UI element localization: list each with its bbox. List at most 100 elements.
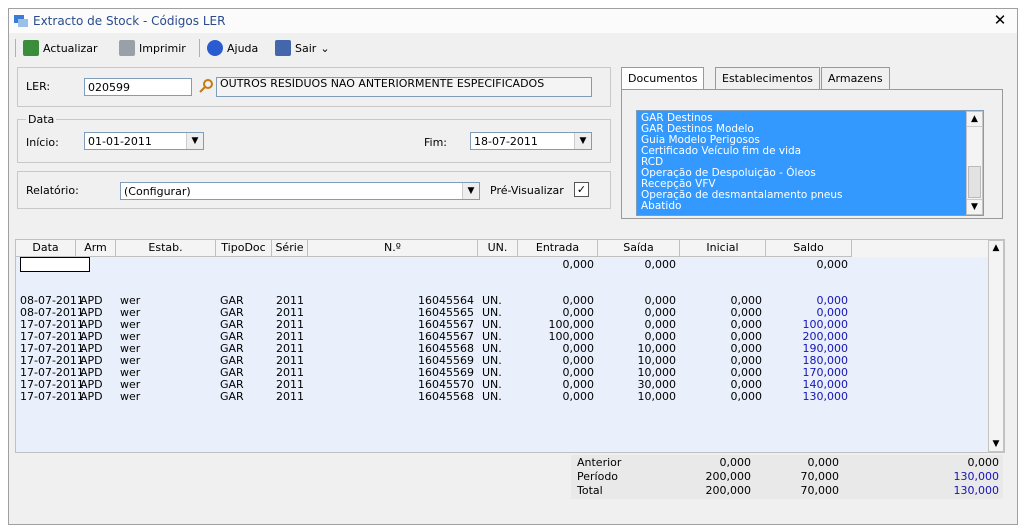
totals-value: 70,000	[800, 484, 840, 497]
grid-scrollbar[interactable]: ▲ ▼	[988, 240, 1004, 452]
totals-value: 70,000	[800, 470, 840, 483]
sair-label: Sair	[295, 41, 317, 55]
column-header[interactable]: Estab.	[116, 240, 216, 257]
tab-content: GAR Destinos GAR Destinos Modelo Guia Mode…	[621, 89, 1003, 219]
serie-cell: 2011	[276, 390, 304, 403]
filters-tab-panel: Documentos Establecimentos Armazens GAR …	[621, 67, 1009, 219]
ler-group: LER: 020599 OUTROS RESÍDUOS NÃO ANTERIOR…	[17, 67, 611, 107]
sair-button[interactable]: Sair ⌄	[275, 38, 330, 58]
imprimir-button[interactable]: Imprimir	[119, 38, 186, 58]
imprimir-label: Imprimir	[139, 41, 186, 55]
documento-list-item[interactable]: Operação de desmantalamento pneus	[637, 190, 983, 201]
stock-grid: Data Arm Estab. TipoDoc Série N.º UN. Entrada Sa…	[15, 239, 1005, 453]
fim-date-select[interactable]: 18-07-2011 ▼	[470, 132, 592, 150]
num-cell: 16045568	[418, 390, 474, 403]
inicio-date-select[interactable]: 01-01-2011 ▼	[84, 132, 204, 150]
scroll-up-icon[interactable]: ▲	[989, 241, 1003, 255]
totals-label: Total	[577, 484, 603, 497]
grid-header: Data Arm Estab. TipoDoc Série N.º UN. Entrada Sa…	[16, 240, 1004, 257]
column-header[interactable]: Data	[16, 240, 76, 257]
actualizar-button[interactable]: Actualizar	[23, 38, 98, 58]
ler-code-input[interactable]: 020599	[84, 78, 192, 96]
toolbar: Actualizar Imprimir Ajuda Sair ⌄	[9, 35, 1017, 61]
column-header[interactable]: TipoDoc	[216, 240, 272, 257]
totals-value: 0,000	[719, 456, 752, 469]
window-title: Extracto de Stock - Códigos LER	[33, 14, 226, 28]
chevron-down-icon[interactable]: ▼	[462, 183, 479, 199]
grid-body: 0,000 0,000 0,000 08-07-2011 APD wer GAR 2011 16…	[16, 257, 1004, 452]
tab-documentos[interactable]: Documentos	[621, 67, 705, 90]
column-header[interactable]: Arm	[76, 240, 116, 257]
scroll-down-icon[interactable]: ▼	[967, 199, 982, 214]
data-cell: 17-07-2011	[20, 390, 84, 403]
un-cell: UN.	[482, 390, 502, 403]
estab-cell: wer	[120, 390, 141, 403]
saida-cell: 10,000	[637, 390, 677, 403]
help-icon	[207, 40, 223, 56]
inicial-cell: 0,000	[730, 390, 763, 403]
ler-label: LER:	[26, 80, 51, 93]
tipo-cell: GAR	[220, 390, 244, 403]
column-header[interactable]: UN.	[478, 240, 518, 257]
data-group-label: Data	[26, 113, 57, 126]
totals-value: 200,000	[705, 470, 752, 483]
totals-value: 130,000	[953, 470, 1000, 483]
column-header[interactable]: N.º	[308, 240, 478, 257]
relatorio-select[interactable]: (Configurar) ▼	[120, 182, 480, 200]
column-header[interactable]: Entrada	[518, 240, 598, 257]
totals-panel: Anterior 0,000 0,000 0,000 Período 200,000 70,…	[15, 455, 1003, 503]
preview-checkbox[interactable]: ✓	[574, 182, 589, 197]
sair-dropdown-icon[interactable]: ⌄	[320, 42, 329, 55]
tab-armazens[interactable]: Armazens	[821, 67, 890, 90]
documentos-list: GAR Destinos GAR Destinos Modelo Guia Mode…	[637, 111, 983, 212]
title-bar: Extracto de Stock - Códigos LER ✕	[9, 9, 1017, 33]
inicio-label: Início:	[26, 136, 59, 149]
exit-door-icon	[275, 40, 291, 56]
ajuda-button[interactable]: Ajuda	[207, 38, 258, 58]
totals-value: 200,000	[705, 484, 752, 497]
table-row[interactable]: 17-07-2011 APD wer GAR 2011 16045568 UN. 0,000 1…	[16, 391, 986, 403]
toolbar-grip	[15, 39, 16, 57]
inicio-date-value: 01-01-2011	[88, 135, 152, 148]
data-group: Data Início: 01-01-2011 ▼ Fim: 18-07-201…	[17, 113, 611, 163]
toolbar-separator	[199, 39, 200, 57]
stock-extract-window: Extracto de Stock - Códigos LER ✕ Actual…	[8, 8, 1018, 525]
entrada-cell: 0,000	[562, 258, 595, 271]
actualizar-label: Actualizar	[43, 41, 98, 55]
listbox-scrollbar[interactable]: ▲ ▼	[966, 111, 983, 215]
refresh-icon	[23, 40, 39, 56]
saldo-cell: 130,000	[802, 390, 849, 403]
relatorio-value: (Configurar)	[124, 185, 191, 198]
totals-label: Período	[577, 470, 619, 483]
column-header[interactable]: Saída	[598, 240, 680, 257]
tab-establecimentos[interactable]: Establecimentos	[715, 67, 820, 90]
preview-label: Pré-Visualizar	[490, 184, 564, 197]
documento-list-item[interactable]: Certificado Veículo fim de vida	[637, 146, 983, 157]
relatorio-label: Relatório:	[26, 184, 79, 197]
listbox-scroll-thumb[interactable]	[968, 166, 981, 198]
column-header[interactable]: Saldo	[766, 240, 852, 257]
relatorio-group: Relatório: (Configurar) ▼ Pré-Visualizar…	[17, 171, 611, 209]
totals-value: 0,000	[967, 456, 1000, 469]
column-header[interactable]: Inicial	[680, 240, 766, 257]
totals-value: 0,000	[807, 456, 840, 469]
fim-date-value: 18-07-2011	[474, 135, 538, 148]
documento-list-item[interactable]: Abatido	[637, 201, 983, 212]
ler-description: OUTROS RESÍDUOS NÃO ANTERIORMENTE ESPECI…	[216, 77, 592, 97]
fim-label: Fim:	[424, 136, 448, 149]
app-icon	[14, 14, 28, 27]
saida-cell: 0,000	[644, 258, 677, 271]
ajuda-label: Ajuda	[227, 41, 259, 55]
chevron-down-icon[interactable]: ▼	[186, 133, 203, 149]
scroll-down-icon[interactable]: ▼	[989, 437, 1003, 451]
arm-cell: APD	[80, 390, 103, 403]
saldo-cell: 0,000	[816, 258, 849, 271]
scroll-up-icon[interactable]: ▲	[967, 112, 982, 127]
search-icon[interactable]	[198, 78, 214, 94]
totals-value: 130,000	[953, 484, 1000, 497]
totals-label: Anterior	[577, 456, 622, 469]
chevron-down-icon[interactable]: ▼	[574, 133, 591, 149]
close-icon[interactable]: ✕	[991, 11, 1009, 29]
column-header[interactable]: Série	[272, 240, 308, 257]
documentos-listbox[interactable]: GAR Destinos GAR Destinos Modelo Guia Mode…	[636, 110, 984, 216]
